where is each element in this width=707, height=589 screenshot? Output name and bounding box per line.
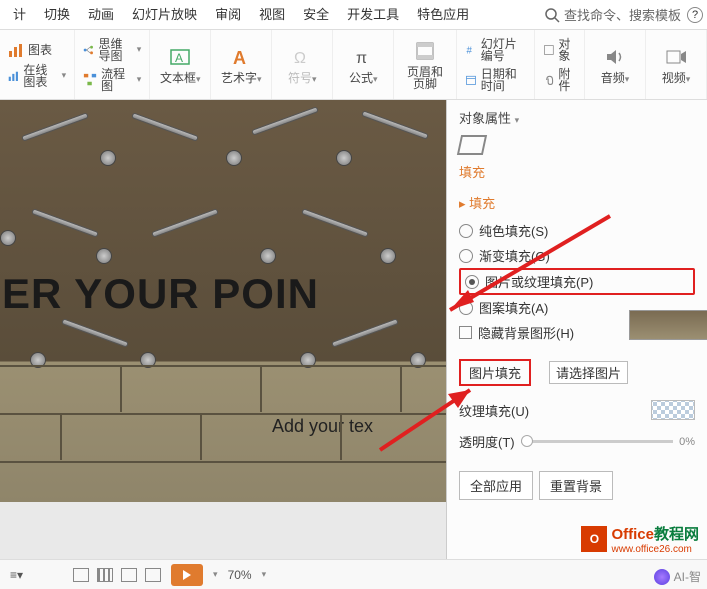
content-area: ER YOUR POIN Add your tex 对象属性 ▾ 填充 ▸ 填充… xyxy=(0,100,707,559)
reset-bg-button[interactable]: 重置背景 xyxy=(539,471,613,500)
slide-background: ER YOUR POIN Add your tex xyxy=(0,100,446,502)
texture-fill-link[interactable]: 纹理填充(U) xyxy=(459,401,529,420)
opacity-label: 透明度(T) xyxy=(459,432,515,451)
attachment-button[interactable]: 附件 xyxy=(543,68,576,92)
hash-icon: # xyxy=(465,42,477,58)
fill-tab-label[interactable]: 填充 xyxy=(459,162,695,181)
pi-icon: π xyxy=(352,46,374,68)
watermark-url: www.office26.com xyxy=(611,544,699,555)
help-icon[interactable]: ? xyxy=(687,7,703,23)
notes-icon[interactable]: ≡▾ xyxy=(10,568,23,582)
chart-button[interactable]: 图表 xyxy=(8,42,66,58)
status-bar: ≡▾ ▾ 70%▾ xyxy=(0,559,707,589)
radio-picture-texture-fill[interactable]: 图片或纹理填充(P) xyxy=(459,268,695,295)
mindmap-button[interactable]: 思维导图▾ xyxy=(83,38,141,62)
flowchart-icon xyxy=(83,72,97,88)
flowchart-button[interactable]: 流程图▾ xyxy=(83,68,141,92)
view-present-icon[interactable] xyxy=(145,568,161,582)
picture-fill-link[interactable]: 图片填充 xyxy=(459,359,531,386)
textbox-icon: A xyxy=(169,46,191,68)
mindmap-icon xyxy=(83,42,94,58)
paperclip-icon xyxy=(543,72,555,88)
ai-assistant[interactable]: AI-智 xyxy=(654,568,701,585)
texture-swatch[interactable] xyxy=(651,400,695,420)
tab-review[interactable]: 审阅 xyxy=(206,0,250,30)
ribbon: 图表 在线图表▾ 思维导图▾ 流程图▾ A文本框▾ A艺术字▾ Ω符号▾ π公式… xyxy=(0,30,707,100)
play-slideshow-button[interactable] xyxy=(171,564,203,586)
wordart-button[interactable]: A艺术字▾ xyxy=(219,46,263,84)
wordart-icon: A xyxy=(230,46,252,68)
opacity-slider[interactable] xyxy=(521,440,673,443)
omega-icon: Ω xyxy=(291,46,313,68)
online-chart-button[interactable]: 在线图表▾ xyxy=(8,64,66,88)
tab-animation[interactable]: 动画 xyxy=(79,0,123,30)
svg-text:Ω: Ω xyxy=(294,50,306,67)
chart-icon xyxy=(8,42,24,58)
svg-text:π: π xyxy=(356,50,367,67)
datetime-button[interactable]: 日期和时间 xyxy=(465,68,526,92)
tab-security[interactable]: 安全 xyxy=(294,0,338,30)
panel-title: 对象属性 ▾ xyxy=(459,108,695,127)
tab-slideshow[interactable]: 幻灯片放映 xyxy=(123,0,206,30)
header-footer-icon xyxy=(414,40,436,62)
svg-text:#: # xyxy=(466,45,472,56)
opacity-row: 透明度(T) 0% xyxy=(459,432,695,451)
svg-text:A: A xyxy=(233,48,246,68)
fill-preview-thumbnail[interactable] xyxy=(629,310,707,340)
formula-button[interactable]: π公式▾ xyxy=(341,46,385,84)
opacity-value: 0% xyxy=(679,436,695,448)
fill-section-header[interactable]: ▸ 填充 xyxy=(459,193,695,212)
select-picture-button[interactable]: 请选择图片 xyxy=(549,361,628,384)
radio-gradient-fill[interactable]: 渐变填充(G) xyxy=(459,243,695,268)
search-placeholder: 查找命令、搜索模板 xyxy=(564,5,681,24)
textbox-button[interactable]: A文本框▾ xyxy=(158,46,202,84)
search-icon xyxy=(544,7,560,23)
video-button[interactable]: 视频▾ xyxy=(654,46,698,84)
speaker-icon xyxy=(604,46,626,68)
view-normal-icon[interactable] xyxy=(73,568,89,582)
apply-all-button[interactable]: 全部应用 xyxy=(459,471,533,500)
symbol-button[interactable]: Ω符号▾ xyxy=(280,46,324,84)
fill-tab-icon[interactable] xyxy=(457,135,487,155)
tab-special[interactable]: 特色应用 xyxy=(408,0,478,30)
radio-solid-fill[interactable]: 纯色填充(S) xyxy=(459,218,695,243)
zoom-level[interactable]: 70% xyxy=(228,568,252,582)
slide-canvas[interactable]: ER YOUR POIN Add your tex xyxy=(0,100,447,559)
calendar-icon xyxy=(465,72,477,88)
online-chart-icon xyxy=(8,68,19,84)
header-footer-button[interactable]: 页眉和页脚 xyxy=(402,40,448,90)
tab-view[interactable]: 视图 xyxy=(250,0,294,30)
slide-title[interactable]: ER YOUR POIN xyxy=(2,270,319,318)
office-logo-icon: O xyxy=(581,526,607,552)
slide-number-button[interactable]: #幻灯片编号 xyxy=(465,38,526,62)
tab-devtools[interactable]: 开发工具 xyxy=(338,0,408,30)
audio-button[interactable]: 音频▾ xyxy=(593,46,637,84)
watermark: O Office教程网 www.office26.com xyxy=(581,523,699,555)
svg-text:A: A xyxy=(175,51,183,65)
menu-tabs: 计 切换 动画 幻灯片放映 审阅 视图 安全 开发工具 特色应用 查找命令、搜索… xyxy=(0,0,707,30)
video-icon xyxy=(665,46,687,68)
view-sorter-icon[interactable] xyxy=(97,568,113,582)
object-button[interactable]: 对象 xyxy=(543,38,576,62)
object-icon xyxy=(543,42,555,58)
view-reading-icon[interactable] xyxy=(121,568,137,582)
ai-dot-icon xyxy=(654,569,670,585)
object-properties-panel: 对象属性 ▾ 填充 ▸ 填充 纯色填充(S) 渐变填充(G) 图片或纹理填充(P… xyxy=(447,100,707,559)
tab-transition[interactable]: 切换 xyxy=(35,0,79,30)
command-search[interactable]: 查找命令、搜索模板 xyxy=(544,5,681,24)
tab-design[interactable]: 计 xyxy=(4,0,35,30)
